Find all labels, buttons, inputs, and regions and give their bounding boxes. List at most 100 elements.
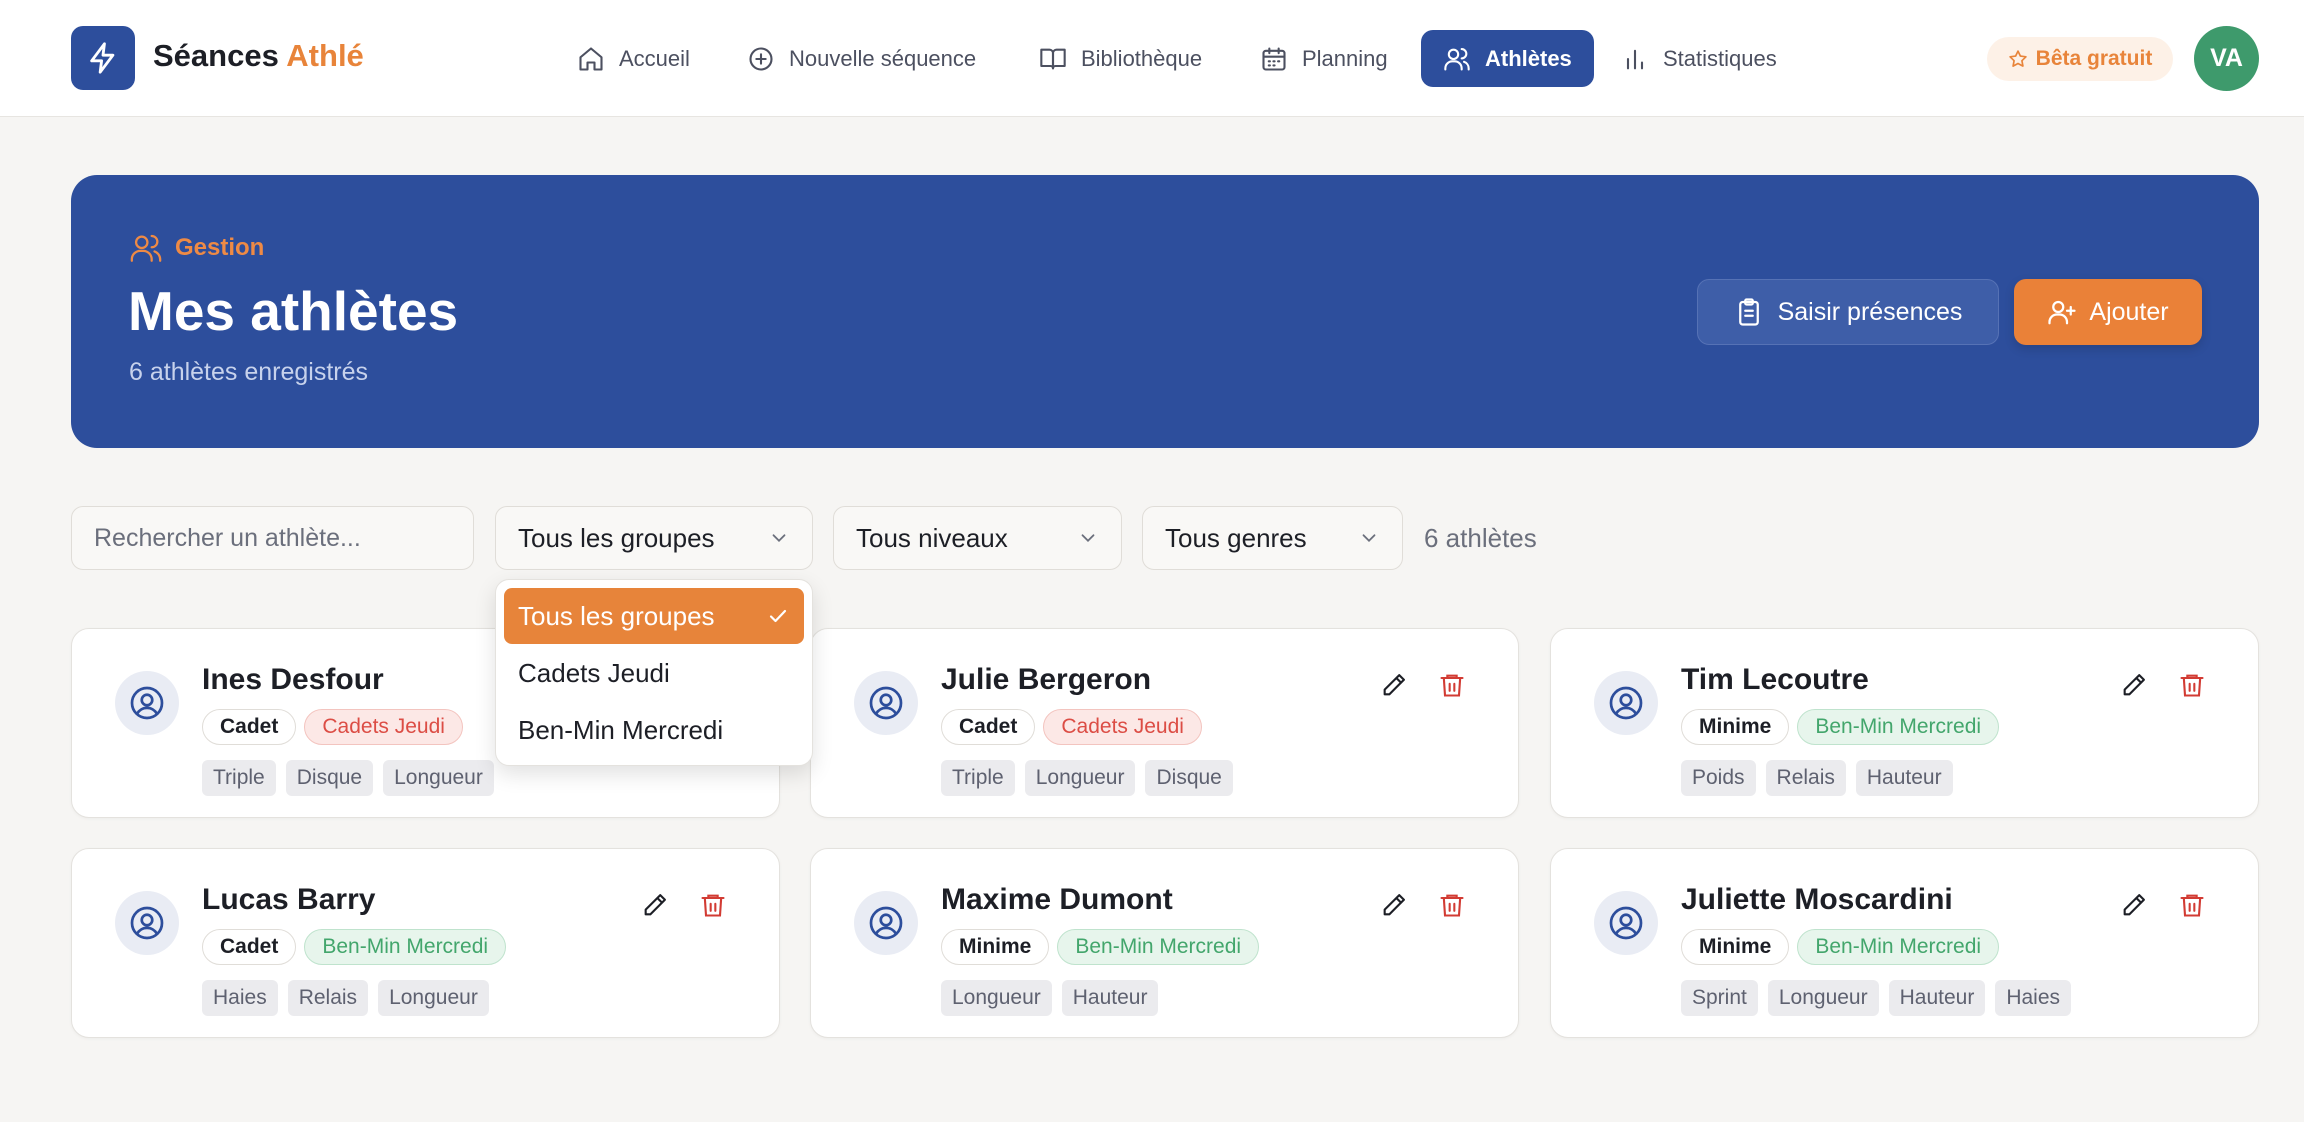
- user-circle-icon: [115, 891, 179, 955]
- level-badge: Cadet: [202, 709, 297, 745]
- calendar-icon: [1260, 45, 1288, 73]
- delete-trash-icon[interactable]: [694, 886, 732, 924]
- athlete-card[interactable]: Julie Bergeron Cadet Cadets Jeudi Triple…: [810, 628, 1519, 818]
- option-label: Ben-Min Mercredi: [518, 714, 724, 745]
- gender-filter-select[interactable]: Tous genres: [1142, 506, 1403, 570]
- event-tag: Triple: [202, 760, 276, 796]
- group-badge: Cadets Jeudi: [304, 709, 463, 745]
- athlete-card[interactable]: Maxime Dumont Minime Ben-Min Mercredi Lo…: [810, 848, 1519, 1038]
- edit-pencil-icon[interactable]: [636, 886, 674, 924]
- event-tag: Disque: [1145, 760, 1233, 796]
- user-plus-icon: [2047, 297, 2077, 327]
- edit-pencil-icon[interactable]: [1375, 666, 1413, 704]
- user-circle-icon: [854, 891, 918, 955]
- edit-pencil-icon[interactable]: [2115, 666, 2153, 704]
- event-tag: Haies: [1995, 980, 2072, 1016]
- event-tag: Hauteur: [1855, 760, 1953, 796]
- nav-item-accueil[interactable]: Accueil: [555, 30, 712, 87]
- book-icon: [1039, 45, 1067, 73]
- athlete-card[interactable]: Tim Lecoutre Minime Ben-Min Mercredi Poi…: [1550, 628, 2259, 818]
- add-athlete-button[interactable]: Ajouter: [2014, 279, 2202, 345]
- delete-trash-icon[interactable]: [2173, 886, 2211, 924]
- results-count: 6 athlètes: [1424, 523, 1537, 553]
- level-badge: Minime: [1681, 709, 1790, 745]
- athlete-name: Lucas Barry: [202, 883, 376, 916]
- user-circle-icon: [115, 671, 179, 735]
- edit-pencil-icon[interactable]: [2115, 886, 2153, 924]
- edit-pencil-icon[interactable]: [1375, 886, 1413, 924]
- event-tag: Sprint: [1681, 980, 1758, 1016]
- users-icon: [1443, 45, 1471, 73]
- nav-label: Statistiques: [1663, 45, 1777, 71]
- nav-label: Athlètes: [1485, 45, 1572, 71]
- user-circle-icon: [1594, 671, 1658, 735]
- level-filter-select[interactable]: Tous niveaux: [833, 506, 1122, 570]
- dropdown-option-ben-min-mercredi[interactable]: Ben-Min Mercredi: [504, 702, 804, 758]
- hero-banner: Gestion Mes athlètes 6 athlètes enregist…: [71, 175, 2259, 448]
- delete-trash-icon[interactable]: [1433, 666, 1471, 704]
- nav-item-bibliotheque[interactable]: Bibliothèque: [1017, 30, 1224, 87]
- nav-item-nouvelle-sequence[interactable]: Nouvelle séquence: [725, 30, 998, 87]
- home-icon: [577, 45, 605, 73]
- nav-label: Nouvelle séquence: [789, 45, 977, 71]
- group-badge: Cadets Jeudi: [1043, 709, 1202, 745]
- athlete-count-subtitle: 6 athlètes enregistrés: [129, 358, 369, 386]
- delete-trash-icon[interactable]: [2173, 666, 2211, 704]
- hero-eyebrow: Gestion: [129, 231, 264, 265]
- brand-title[interactable]: Séances Athlé: [153, 38, 364, 74]
- select-value: Tous les groupes: [518, 522, 715, 553]
- option-label: Tous les groupes: [518, 600, 715, 631]
- group-dropdown-menu: Tous les groupes Cadets Jeudi Ben-Min Me…: [495, 579, 813, 766]
- delete-trash-icon[interactable]: [1433, 886, 1471, 924]
- event-tag: Longueur: [1767, 980, 1879, 1016]
- athlete-card[interactable]: Lucas Barry Cadet Ben-Min Mercredi Haies…: [71, 848, 780, 1038]
- beta-badge: Bêta gratuit: [1987, 37, 2173, 81]
- athlete-name: Maxime Dumont: [941, 883, 1173, 916]
- group-badge: Ben-Min Mercredi: [304, 929, 507, 965]
- nav-label: Planning: [1302, 45, 1388, 71]
- bar-chart-icon: [1621, 45, 1649, 73]
- user-circle-icon: [1594, 891, 1658, 955]
- chevron-down-icon: [768, 527, 790, 549]
- group-filter-select[interactable]: Tous les groupes: [495, 506, 813, 570]
- user-circle-icon: [854, 671, 918, 735]
- dropdown-option-cadets-jeudi[interactable]: Cadets Jeudi: [504, 645, 804, 701]
- event-tag: Longueur: [1024, 760, 1136, 796]
- athlete-card[interactable]: Juliette Moscardini Minime Ben-Min Mercr…: [1550, 848, 2259, 1038]
- eyebrow-label: Gestion: [175, 234, 265, 261]
- event-tag: Longueur: [941, 980, 1052, 1016]
- record-attendance-button[interactable]: Saisir présences: [1697, 279, 1999, 345]
- event-tag: Hauteur: [1888, 980, 1986, 1016]
- search-input[interactable]: [71, 506, 474, 570]
- chevron-down-icon: [1077, 527, 1099, 549]
- users-icon: [129, 231, 163, 265]
- athlete-name: Ines Desfour: [202, 663, 384, 696]
- event-tag: Longueur: [383, 760, 494, 796]
- nav-item-planning[interactable]: Planning: [1238, 30, 1410, 87]
- nav-label: Bibliothèque: [1081, 45, 1203, 71]
- event-tag: Longueur: [378, 980, 489, 1016]
- top-navbar: Séances Athlé Accueil Nouvelle séquence …: [0, 0, 2304, 117]
- star-icon: [2008, 49, 2028, 69]
- event-tag: Relais: [287, 980, 369, 1016]
- event-tag: Triple: [941, 760, 1015, 796]
- group-badge: Ben-Min Mercredi: [1057, 929, 1260, 965]
- dropdown-option-tous-les-groupes[interactable]: Tous les groupes: [504, 588, 804, 644]
- level-badge: Cadet: [941, 709, 1036, 745]
- level-badge: Minime: [1681, 929, 1790, 965]
- level-badge: Cadet: [202, 929, 297, 965]
- chevron-down-icon: [1358, 527, 1380, 549]
- event-tag: Haies: [202, 980, 278, 1016]
- athlete-name: Julie Bergeron: [941, 663, 1152, 696]
- user-avatar[interactable]: VA: [2194, 26, 2259, 91]
- nav-item-statistiques[interactable]: Statistiques: [1599, 30, 1799, 87]
- logo-icon[interactable]: [71, 26, 135, 90]
- nav-item-athletes[interactable]: Athlètes: [1421, 30, 1594, 87]
- group-badge: Ben-Min Mercredi: [1797, 929, 2000, 965]
- athlete-name: Juliette Moscardini: [1681, 883, 1953, 916]
- beta-label: Bêta gratuit: [2035, 47, 2153, 70]
- select-value: Tous genres: [1165, 522, 1307, 553]
- event-tag: Relais: [1765, 760, 1846, 796]
- plus-circle-icon: [747, 45, 775, 73]
- event-tag: Poids: [1681, 760, 1756, 796]
